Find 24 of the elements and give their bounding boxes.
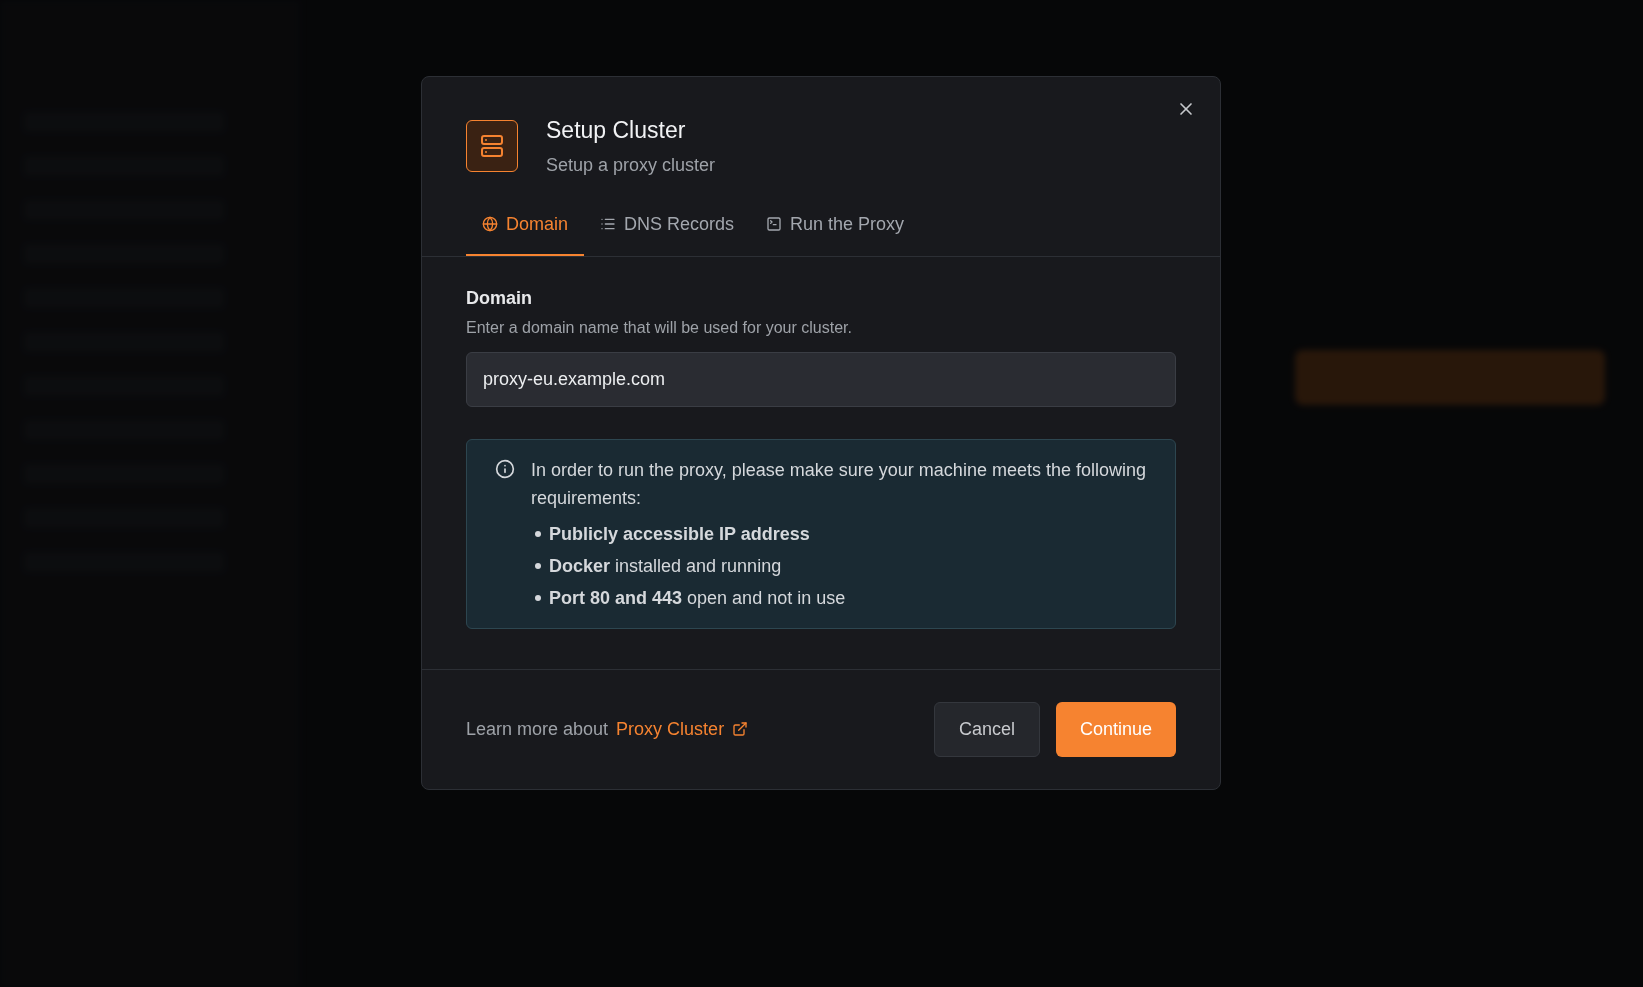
globe-icon bbox=[482, 216, 498, 232]
field-label: Domain bbox=[466, 286, 533, 310]
tab[interactable]: DNS Records bbox=[584, 210, 751, 256]
server-icon bbox=[466, 119, 518, 172]
dialog-title: Setup Cluster bbox=[546, 116, 687, 145]
tab[interactable]: Run the Proxy bbox=[750, 210, 921, 256]
info-text: In order to run the proxy, please make sure your machine meets the following requirements: bbox=[531, 458, 1147, 510]
domain-field[interactable]: proxy-eu.example.com bbox=[466, 351, 1176, 407]
dialog-subtitle: Setup a proxy cluster bbox=[546, 153, 716, 177]
tab[interactable]: Domain bbox=[466, 210, 585, 256]
proxy-cluster-link[interactable]: Proxy Cluster bbox=[616, 715, 749, 743]
requirement: Port 80 and 443 open and not in use bbox=[549, 586, 846, 610]
list-icon bbox=[600, 216, 617, 232]
cancel-button[interactable]: Cancel bbox=[933, 701, 1040, 757]
field-help: Enter a domain name that will be used for your cluster. bbox=[466, 317, 853, 338]
external-link-icon bbox=[732, 721, 749, 737]
bullet-icon bbox=[535, 594, 541, 601]
requirement: Docker installed and running bbox=[549, 554, 782, 578]
info-icon bbox=[495, 458, 515, 479]
bullet-icon bbox=[535, 530, 541, 537]
bullet-icon bbox=[535, 562, 541, 569]
terminal-icon bbox=[766, 216, 783, 232]
requirement: Publicly accessible IP address bbox=[549, 522, 810, 546]
footer-text: Learn more about bbox=[466, 717, 609, 741]
